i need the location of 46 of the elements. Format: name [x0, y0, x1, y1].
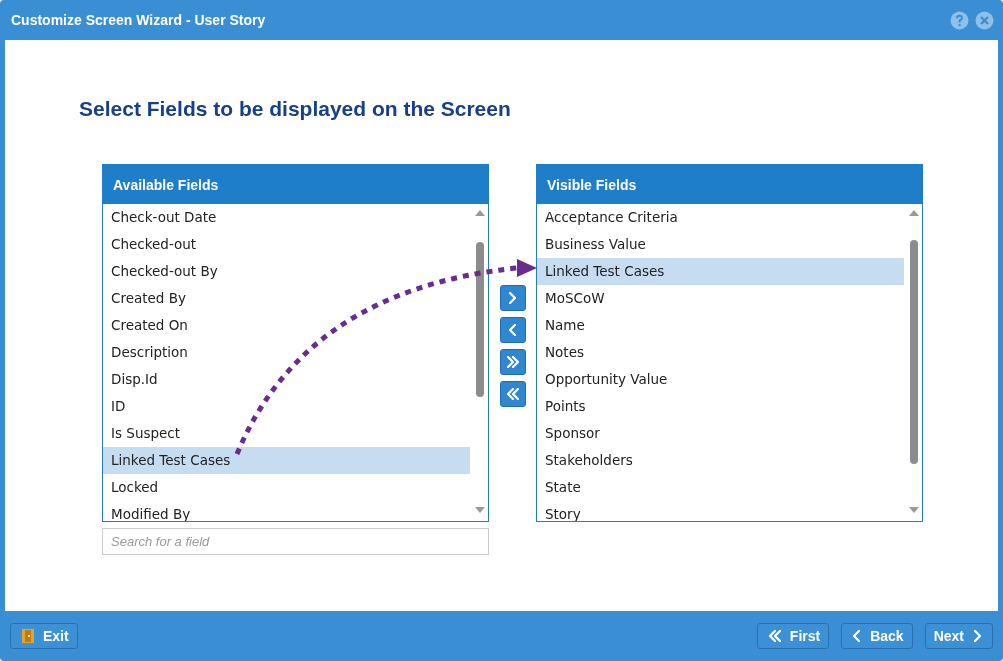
list-item[interactable]: Checked-out: [103, 231, 470, 258]
move-right-button[interactable]: [499, 285, 526, 311]
list-item[interactable]: ID: [103, 393, 470, 420]
door-icon: [19, 627, 37, 645]
list-item[interactable]: Disp.Id: [103, 366, 470, 393]
move-right-icon: [509, 292, 516, 304]
list-item[interactable]: Description: [103, 339, 470, 366]
list-item[interactable]: State: [537, 474, 904, 501]
list-item[interactable]: Opportunity Value: [537, 366, 904, 393]
window-title: Customize Screen Wizard - User Story: [11, 12, 267, 28]
list-item[interactable]: Check-out Date: [103, 204, 470, 231]
scrollbar-thumb[interactable]: [476, 242, 484, 397]
list-header: Available Fields: [103, 165, 488, 204]
list-item[interactable]: Created On: [103, 312, 470, 339]
list-item[interactable]: Linked Test Cases: [103, 447, 470, 474]
list-header: Visible Fields: [537, 165, 922, 204]
close-icon[interactable]: [975, 10, 994, 30]
scroll-up-icon[interactable]: [475, 210, 485, 216]
page-heading: Select Fields to be displayed on the Screen: [79, 97, 512, 121]
list-item[interactable]: MoSCoW: [537, 285, 904, 312]
list-item[interactable]: Points: [537, 393, 904, 420]
list-item[interactable]: Stakeholders: [537, 447, 904, 474]
move-all-left-button[interactable]: [499, 381, 526, 407]
list-item[interactable]: Acceptance Criteria: [537, 204, 904, 231]
list-item[interactable]: Business Value: [537, 231, 904, 258]
scroll-up-icon[interactable]: [909, 210, 919, 216]
scroll-down-icon[interactable]: [475, 507, 485, 513]
list-item[interactable]: Linked Test Cases: [537, 258, 904, 285]
list-item[interactable]: Notes: [537, 339, 904, 366]
scrollbar-thumb[interactable]: [910, 240, 918, 464]
move-left-icon: [509, 324, 516, 336]
move-all-right-button[interactable]: [499, 349, 526, 375]
move-all-right-icon: [506, 356, 519, 368]
move-all-left-icon: [506, 388, 519, 400]
list-item[interactable]: Locked: [103, 474, 470, 501]
list-item[interactable]: Name: [537, 312, 904, 339]
help-icon[interactable]: [950, 10, 969, 30]
scroll-down-icon[interactable]: [909, 507, 919, 513]
list-item[interactable]: Checked-out By: [103, 258, 470, 285]
search-field[interactable]: Search for a field: [102, 528, 489, 555]
list-item[interactable]: Created By: [103, 285, 470, 312]
list-item[interactable]: Sponsor: [537, 420, 904, 447]
list-item[interactable]: Modified By: [103, 501, 470, 521]
list-item[interactable]: Story: [537, 501, 904, 521]
list-item[interactable]: Is Suspect: [103, 420, 470, 447]
move-left-button[interactable]: [499, 317, 526, 343]
